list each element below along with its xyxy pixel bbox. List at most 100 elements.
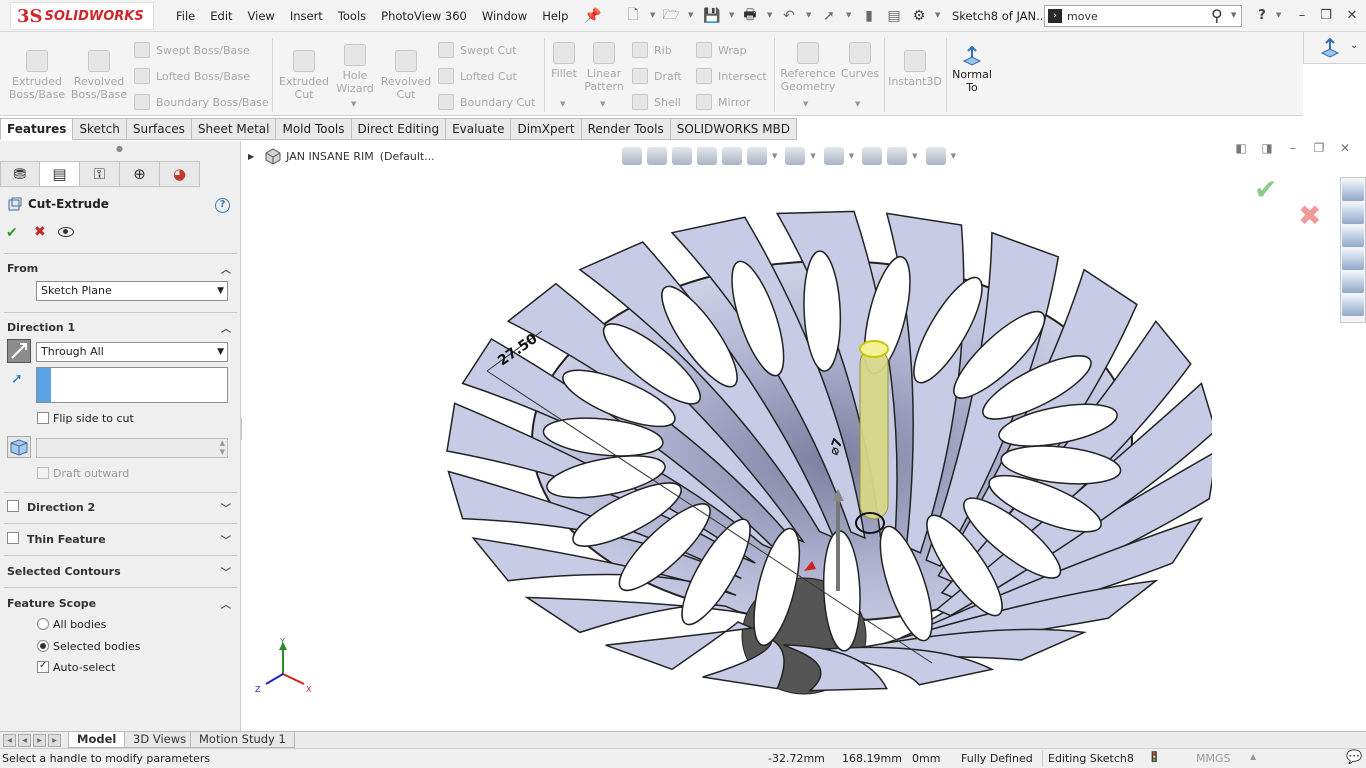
tab-sketch[interactable]: Sketch bbox=[73, 118, 127, 140]
curves-caret-icon[interactable]: ▼ bbox=[855, 100, 860, 108]
solidworks-resources-icon[interactable] bbox=[1342, 181, 1364, 201]
tab-solidworks-mbd[interactable]: SOLIDWORKS MBD bbox=[670, 118, 798, 140]
reference-geometry-button[interactable]: Reference Geometry bbox=[778, 42, 838, 93]
dynamic-annotation-icon[interactable] bbox=[722, 147, 742, 165]
tab-surfaces[interactable]: Surfaces bbox=[126, 118, 192, 140]
options-gear-icon[interactable]: ⚙ bbox=[910, 7, 928, 25]
search-caret-icon[interactable]: ▼ bbox=[1231, 11, 1236, 19]
feature-scope-group-header[interactable]: Feature Scope ︿ bbox=[0, 591, 240, 615]
rebuild-status-icon[interactable]: 🚦 bbox=[1148, 752, 1160, 763]
auto-select-checkbox[interactable] bbox=[37, 660, 49, 673]
quick-tips-icon[interactable]: 💬 bbox=[1346, 750, 1362, 765]
end-condition-select[interactable]: Through All ▼ bbox=[36, 342, 228, 362]
expand-chevron-icon[interactable]: ﹀ bbox=[221, 500, 231, 515]
direction2-group-header[interactable]: Direction 2 ﹀ bbox=[0, 495, 240, 519]
view-palette-icon[interactable] bbox=[1342, 250, 1364, 270]
hide-show-items-icon[interactable] bbox=[823, 147, 844, 165]
thin-feature-checkbox[interactable] bbox=[7, 532, 19, 544]
caret-icon[interactable]: ▼ bbox=[772, 152, 777, 160]
flyout-feature-tree[interactable]: ▶ JAN INSANE RIM (Default... bbox=[248, 147, 435, 165]
selected-contours-group-header[interactable]: Selected Contours ﹀ bbox=[0, 559, 240, 583]
spin-arrows-icon[interactable]: ▲ ▼ bbox=[220, 439, 225, 457]
previous-view-icon[interactable] bbox=[672, 147, 692, 165]
lofted-cut-button[interactable]: Lofted Cut bbox=[438, 66, 517, 86]
zoom-to-area-icon[interactable] bbox=[647, 147, 667, 165]
from-group-header[interactable]: From ︿ bbox=[0, 256, 240, 280]
menu-view[interactable]: View bbox=[248, 9, 275, 23]
menu-window[interactable]: Window bbox=[482, 9, 527, 23]
apply-scene-icon[interactable] bbox=[887, 147, 908, 165]
close-button[interactable]: ✕ bbox=[1342, 6, 1362, 26]
tab-mold-tools[interactable]: Mold Tools bbox=[276, 118, 352, 140]
cancel-x-icon[interactable]: ✖ bbox=[34, 224, 46, 240]
lofted-boss-button[interactable]: Lofted Boss/Base bbox=[134, 66, 250, 86]
direction1-group-header[interactable]: Direction 1 ︿ bbox=[0, 315, 240, 339]
appearances-icon[interactable] bbox=[1342, 273, 1364, 293]
menu-help[interactable]: Help bbox=[542, 9, 568, 23]
first-tab-icon[interactable]: ◀ bbox=[3, 734, 16, 747]
view-settings-icon[interactable] bbox=[925, 147, 946, 165]
swept-cut-button[interactable]: Swept Cut bbox=[438, 40, 517, 60]
tab-dimxpert[interactable]: DimXpert bbox=[511, 118, 582, 140]
direction-selection-box[interactable] bbox=[36, 367, 228, 403]
all-bodies-radio[interactable] bbox=[37, 618, 49, 630]
collapse-chevron-icon[interactable]: ︿ bbox=[221, 596, 231, 611]
dimxpert-manager-tab[interactable]: ⊕ bbox=[120, 161, 160, 187]
feature-manager-tab[interactable]: ⛃ bbox=[0, 161, 40, 187]
tab-features[interactable]: Features bbox=[0, 118, 74, 140]
flip-side-checkbox[interactable] bbox=[37, 412, 49, 424]
panel-splitter-handle[interactable]: ● bbox=[116, 144, 123, 153]
doc-minimize-button[interactable]: – bbox=[1280, 141, 1306, 155]
rim-model-view[interactable]: 27.50 ⌀7 bbox=[392, 181, 1212, 731]
menu-tools[interactable]: Tools bbox=[338, 9, 366, 23]
menu-file[interactable]: File bbox=[176, 9, 195, 23]
boundary-cut-button[interactable]: Boundary Cut bbox=[438, 92, 535, 112]
last-tab-icon[interactable]: ▶ bbox=[48, 734, 61, 747]
thin-feature-group-header[interactable]: Thin Feature ﹀ bbox=[0, 527, 240, 551]
print-icon[interactable]: 🖶 bbox=[741, 7, 759, 25]
file-explorer-icon[interactable] bbox=[1342, 227, 1364, 247]
instant3d-button[interactable]: Instant3D bbox=[888, 50, 942, 88]
tab-model[interactable]: Model bbox=[68, 732, 126, 748]
caret-icon[interactable]: ▼ bbox=[810, 152, 815, 160]
display-style-icon[interactable] bbox=[785, 147, 806, 165]
menu-photoview[interactable]: PhotoView 360 bbox=[381, 9, 467, 23]
view-orientation-mini[interactable]: ⌄ bbox=[1303, 32, 1366, 64]
tab-direct-editing[interactable]: Direct Editing bbox=[351, 118, 447, 140]
undo-caret-icon[interactable]: ▼ bbox=[806, 11, 811, 19]
search-icon[interactable]: ⚲ bbox=[1211, 6, 1223, 25]
fillet-button[interactable]: Fillet bbox=[548, 42, 580, 80]
menu-edit[interactable]: Edit bbox=[210, 9, 232, 23]
from-select[interactable]: Sketch Plane ▼ bbox=[36, 281, 228, 301]
ok-check-icon[interactable]: ✔ bbox=[6, 225, 18, 241]
design-library-icon[interactable] bbox=[1342, 204, 1364, 224]
doc-restore-button[interactable]: ❐ bbox=[1306, 141, 1332, 155]
view-orientation-caret-icon[interactable]: ⌄ bbox=[1350, 40, 1358, 51]
help-menu-icon[interactable]: ? bbox=[1252, 6, 1272, 26]
confirmation-ok-icon[interactable]: ✔ bbox=[1254, 173, 1277, 206]
tab-motion-study[interactable]: Motion Study 1 bbox=[190, 732, 295, 748]
file-properties-icon[interactable]: ▤ bbox=[885, 7, 903, 25]
normal-to-button[interactable]: Normal To bbox=[950, 45, 994, 94]
display-manager-tab[interactable]: ◕ bbox=[160, 161, 200, 187]
hole-wizard-button[interactable]: Hole Wizard bbox=[332, 44, 378, 95]
linear-pattern-caret-icon[interactable]: ▼ bbox=[600, 100, 605, 108]
command-search-box[interactable]: › ⚲ ▼ bbox=[1044, 5, 1242, 27]
search-input[interactable] bbox=[1067, 8, 1207, 24]
fillet-caret-icon[interactable]: ▼ bbox=[560, 100, 565, 108]
shell-button[interactable]: Shell bbox=[632, 92, 681, 112]
tab-3d-views[interactable]: 3D Views bbox=[124, 732, 196, 748]
revolved-cut-button[interactable]: Revolved Cut bbox=[380, 50, 432, 101]
configuration-manager-tab[interactable]: ⚿ bbox=[80, 161, 120, 187]
options-caret-icon[interactable]: ▼ bbox=[935, 11, 940, 19]
collapse-chevron-icon[interactable]: ︿ bbox=[221, 261, 231, 276]
expand-tree-arrow-icon[interactable]: ▶ bbox=[248, 152, 254, 161]
next-tab-icon[interactable]: ▶ bbox=[33, 734, 46, 747]
section-view-icon[interactable] bbox=[697, 147, 717, 165]
unit-system-selector[interactable]: MMGS bbox=[1196, 752, 1231, 765]
direction2-checkbox[interactable] bbox=[7, 500, 19, 512]
draft-button[interactable]: Draft bbox=[632, 66, 682, 86]
draft-outward-checkbox[interactable] bbox=[37, 467, 49, 479]
reference-geometry-caret-icon[interactable]: ▼ bbox=[803, 100, 808, 108]
view-orientation-hud-icon[interactable] bbox=[747, 147, 767, 165]
